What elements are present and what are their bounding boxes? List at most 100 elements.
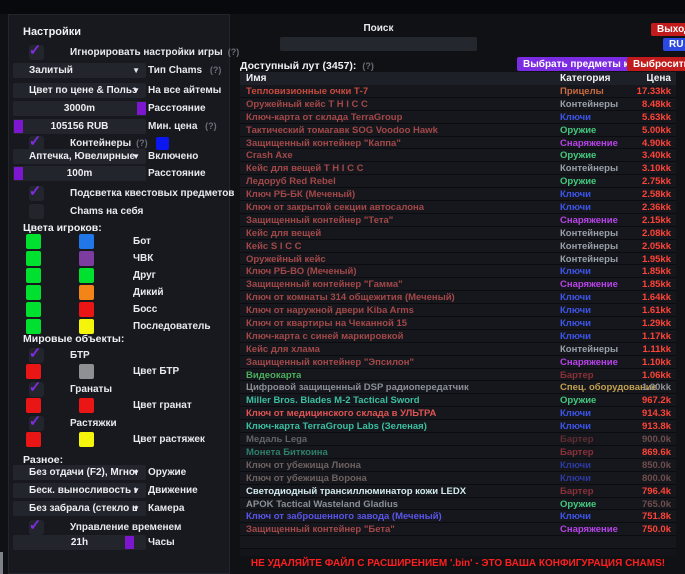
item-category: Бартер — [560, 447, 594, 458]
color-swatch[interactable] — [26, 302, 41, 317]
checkbox[interactable]: ✓ — [29, 416, 44, 431]
table-row[interactable]: Ключ РБ-БК (Меченый) Ключи 2.58kk — [240, 188, 676, 201]
table-row[interactable]: Ключ-карта TerraGroup Labs (Зеленая) Клю… — [240, 420, 676, 433]
table-row[interactable]: Защищенный контейнер "Каппа" Снаряжение … — [240, 137, 676, 150]
color-swatch[interactable] — [26, 234, 41, 249]
row-label: Камера — [148, 503, 184, 514]
sidebar-scrollbar[interactable] — [0, 552, 3, 574]
camera-dropdown[interactable]: Без забрала (стекло шлема) ▼ — [13, 501, 146, 516]
slider-handle[interactable] — [14, 120, 23, 133]
table-row[interactable]: Медаль Lega Бартер 900.0k — [240, 433, 676, 446]
table-row[interactable] — [240, 536, 676, 549]
language-button[interactable]: RU — [663, 38, 685, 51]
table-row[interactable]: Цифровой защищенный DSP радиопередатчик … — [240, 381, 676, 394]
ignore-game-settings-checkbox[interactable]: ✓ Игнорировать настройки игры (?) — [9, 44, 231, 60]
btr-checkbox[interactable]: ✓ БТР — [9, 347, 231, 363]
all-items-dropdown[interactable]: Цвет по цене & Пользователь ▼ — [13, 83, 146, 98]
table-row[interactable]: Кейс для хлама Контейнеры 1.11kk — [240, 343, 676, 356]
table-row[interactable]: Защищенный контейнер "Гамма" Снаряжение … — [240, 278, 676, 291]
color-swatch[interactable] — [26, 364, 41, 379]
checkbox[interactable]: ✓ — [29, 382, 44, 397]
color-swatch[interactable] — [79, 234, 94, 249]
table-row[interactable]: Защищенный контейнер "Тета" Снаряжение 2… — [240, 214, 676, 227]
table-row[interactable]: Miller Bros. Blades M-2 Tactical Sword О… — [240, 394, 676, 407]
settings-panel: Настройки ✓ Игнорировать настройки игры … — [8, 14, 230, 574]
table-row[interactable]: Ключ-карта от склада TerraGroup Ключи 5.… — [240, 111, 676, 124]
item-name: Ключ от медицинского склада в УЛЬТРА — [246, 408, 436, 419]
quest-items-checkbox[interactable]: ✓ Подсветка квестовых предметов — [9, 185, 231, 201]
distance-slider[interactable]: 3000m — [13, 101, 146, 116]
table-row[interactable]: Тепловизионные очки Т-7 Прицелы 17.33kk — [240, 85, 676, 98]
weapon-dropdown[interactable]: Без отдачи (F2), Мгновенное п ▼ — [13, 465, 146, 480]
grenades-checkbox[interactable]: ✓ Гранаты — [9, 381, 231, 397]
table-row[interactable]: Ключ от наружной двери Kiba Arms Ключи 1… — [240, 304, 676, 317]
min-price-slider[interactable]: 105156 RUB — [13, 119, 146, 134]
column-header-price[interactable]: Цена — [646, 73, 671, 84]
time-control-checkbox[interactable]: ✓ Управление временем — [9, 519, 231, 535]
exit-button[interactable]: Выход — [651, 23, 685, 36]
color-swatch[interactable] — [79, 364, 94, 379]
chams-type-dropdown[interactable]: Залитый ▼ — [13, 63, 146, 78]
slider-handle[interactable] — [14, 167, 23, 180]
color-swatch[interactable] — [79, 285, 94, 300]
color-swatch[interactable] — [26, 432, 41, 447]
table-row[interactable]: Ключ РБ-ВО (Меченый) Ключи 1.85kk — [240, 265, 676, 278]
checkbox[interactable]: ✓ — [29, 45, 44, 60]
table-row[interactable]: Ледоруб Red Rebel Оружие 2.75kk — [240, 175, 676, 188]
checkbox[interactable]: ✓ — [29, 186, 44, 201]
color-swatch[interactable] — [79, 432, 94, 447]
table-row[interactable]: Ключ от комнаты 314 общежития (Меченый) … — [240, 291, 676, 304]
drop-all-button[interactable]: Выбросить все — [627, 57, 685, 71]
dropdown-value: Беск. выносливость и нет уста — [13, 485, 137, 496]
table-row[interactable]: Тактический томагавк SOG Voodoo Hawk Ору… — [240, 124, 676, 137]
column-header-category[interactable]: Категория — [560, 73, 610, 84]
table-row[interactable]: Ключ от медицинского склада в УЛЬТРА Клю… — [240, 407, 676, 420]
enabled-filter-dropdown[interactable]: Аптечка, Ювелирные и... ▼ — [13, 149, 146, 164]
table-row[interactable]: Защищенный контейнер "Эпсилон" Снаряжени… — [240, 356, 676, 369]
distance2-slider[interactable]: 100m — [13, 166, 146, 181]
table-row[interactable]: Crash Axe Оружие 3.40kk — [240, 149, 676, 162]
color-swatch[interactable] — [156, 137, 169, 150]
table-row[interactable]: Ключ от убежища Лиона Ключи 850.0k — [240, 459, 676, 472]
color-swatch[interactable] — [79, 302, 94, 317]
search-input[interactable] — [280, 37, 477, 51]
color-swatch[interactable] — [26, 398, 41, 413]
slider-handle[interactable] — [125, 536, 134, 549]
table-row[interactable]: Оружейный кейс T H I C C Контейнеры 8.48… — [240, 98, 676, 111]
table-row[interactable]: Защищенный контейнер "Бета" Снаряжение 7… — [240, 523, 676, 536]
color-swatch[interactable] — [79, 398, 94, 413]
color-swatch[interactable] — [26, 251, 41, 266]
table-row[interactable]: Ключ от убежища Ворона Ключи 800.0k — [240, 472, 676, 485]
color-swatch[interactable] — [26, 319, 41, 334]
color-swatch[interactable] — [26, 285, 41, 300]
table-row[interactable]: Ключ-карта с синей маркировкой Ключи 1.1… — [240, 330, 676, 343]
item-name: Ключ от убежища Лиона — [246, 460, 361, 471]
table-row[interactable]: Светодиодный трансиллюминатор кожи LEDX … — [240, 485, 676, 498]
color-swatch[interactable] — [79, 268, 94, 283]
table-row[interactable]: Монета Биткоина Бартер 869.6k — [240, 446, 676, 459]
color-swatch[interactable] — [79, 319, 94, 334]
color-swatch[interactable] — [26, 268, 41, 283]
table-row[interactable]: Кейс S I C C Контейнеры 2.05kk — [240, 240, 676, 253]
item-category: Ключи — [560, 112, 591, 123]
table-row[interactable]: APOK Tactical Wasteland Gladius Оружие 7… — [240, 498, 676, 511]
color-swatch[interactable] — [79, 251, 94, 266]
table-row[interactable]: Ключ от квартиры на Чеканной 15 Ключи 1.… — [240, 317, 676, 330]
slider-handle[interactable] — [137, 102, 146, 115]
checkbox[interactable]: ✓ — [29, 520, 44, 535]
table-row[interactable]: Оружейный кейс Контейнеры 1.95kk — [240, 253, 676, 266]
tripwires-checkbox[interactable]: ✓ Растяжки — [9, 415, 231, 431]
movement-dropdown[interactable]: Беск. выносливость и нет уста ▼ — [13, 483, 146, 498]
table-row[interactable]: Ключ от заброшенного завода (Меченый) Кл… — [240, 510, 676, 523]
checkbox[interactable]: ✓ — [29, 348, 44, 363]
table-row[interactable]: Ключ от закрытой секции автосалона Ключи… — [240, 201, 676, 214]
table-row[interactable]: Кейс для вещей Контейнеры 2.08kk — [240, 227, 676, 240]
item-category: Ключи — [560, 331, 591, 342]
item-name: Кейс для вещей T H I C C — [246, 163, 363, 174]
checkbox[interactable] — [29, 204, 44, 219]
hours-slider[interactable]: 21h — [13, 535, 146, 550]
table-row[interactable]: Кейс для вещей T H I C C Контейнеры 3.10… — [240, 162, 676, 175]
column-header-name[interactable]: Имя — [246, 73, 266, 84]
table-row[interactable]: Видеокарта Бартер 1.06kk — [240, 369, 676, 382]
chams-self-checkbox[interactable]: Chams на себя — [9, 203, 231, 219]
